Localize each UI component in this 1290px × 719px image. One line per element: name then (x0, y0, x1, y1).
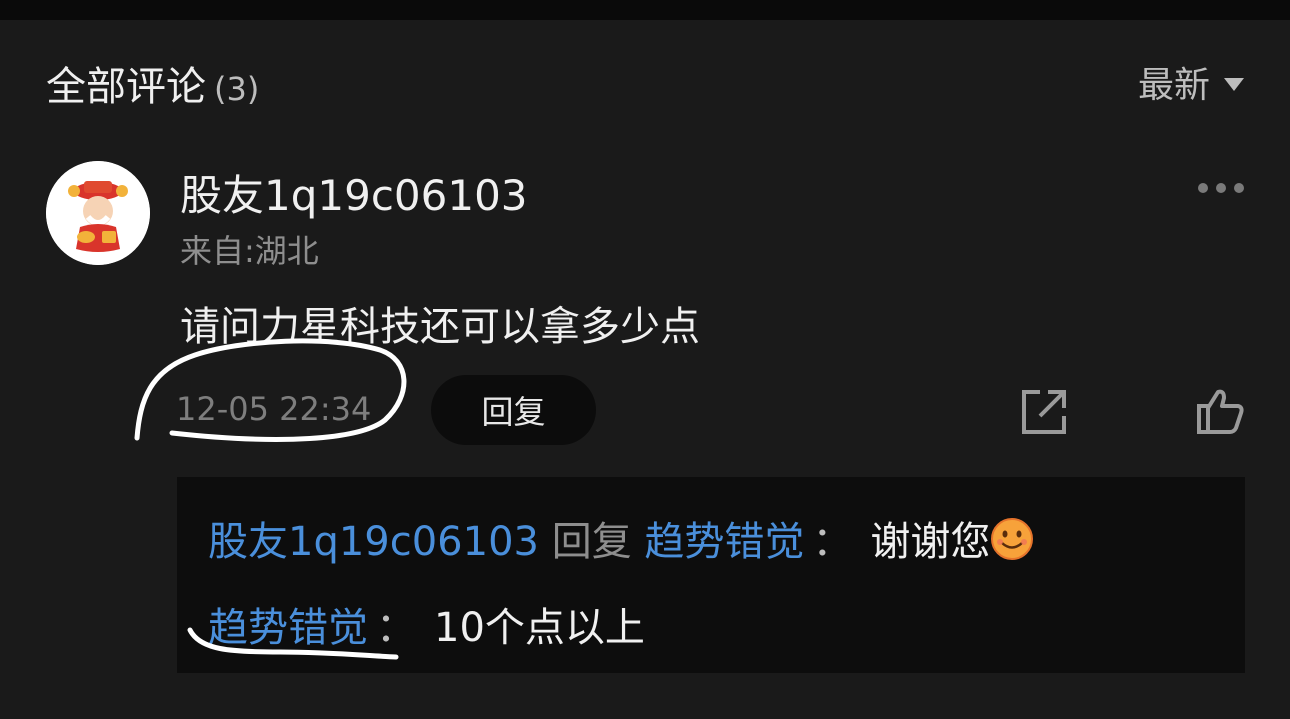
avatar[interactable] (46, 161, 150, 265)
reply-colon: ： (812, 519, 853, 565)
comments-header: 全部评论 (3) 最新 (46, 50, 1244, 110)
status-bar-strip (0, 0, 1290, 20)
reply-verb: 回复 (551, 519, 632, 565)
comments-count: (3) (214, 70, 260, 108)
share-icon[interactable] (1018, 386, 1070, 438)
more-options-icon[interactable] (1198, 180, 1244, 196)
reply-thread: 股友1q19c06103 回复 趋势错觉：谢谢您 趋势错觉： 10个点以上 (177, 477, 1245, 673)
comment-location: 来自:湖北 (180, 232, 319, 270)
comments-title: 全部评论 (3) (46, 54, 259, 112)
comment-timestamp: 12-05 22:34 (176, 390, 372, 428)
thumbs-up-icon[interactable] (1194, 386, 1246, 438)
reply-button[interactable]: 回复 (431, 375, 596, 445)
sort-dropdown[interactable]: 最新 (1138, 56, 1244, 108)
more-dot (1216, 183, 1226, 193)
reply-text: 10个点以上 (434, 605, 645, 651)
reply-item: 股友1q19c06103 回复 趋势错觉： 谢谢您 (208, 509, 1034, 567)
sort-label: 最新 (1137, 65, 1210, 106)
more-dot (1198, 183, 1208, 193)
reply-target-link[interactable]: 趋势错觉 (644, 519, 804, 565)
reply-author-link[interactable]: 趋势错觉 (208, 605, 368, 651)
comment-username[interactable]: 股友1q19c06103 (180, 162, 528, 223)
comments-title-label: 全部评论 (46, 64, 206, 110)
smile-emoji-icon (991, 518, 1034, 560)
reply-item: 趋势错觉： 10个点以上 (208, 595, 645, 653)
reply-colon: ： (376, 605, 416, 651)
more-dot (1234, 183, 1244, 193)
caret-down-icon (1224, 77, 1244, 91)
reply-text: 谢谢您 (870, 519, 991, 565)
comment-content: 请问力星科技还可以拿多少点 (180, 304, 700, 350)
reply-author-link[interactable]: 股友1q19c06103 (208, 519, 539, 565)
fortune-god-avatar-icon (46, 161, 150, 265)
